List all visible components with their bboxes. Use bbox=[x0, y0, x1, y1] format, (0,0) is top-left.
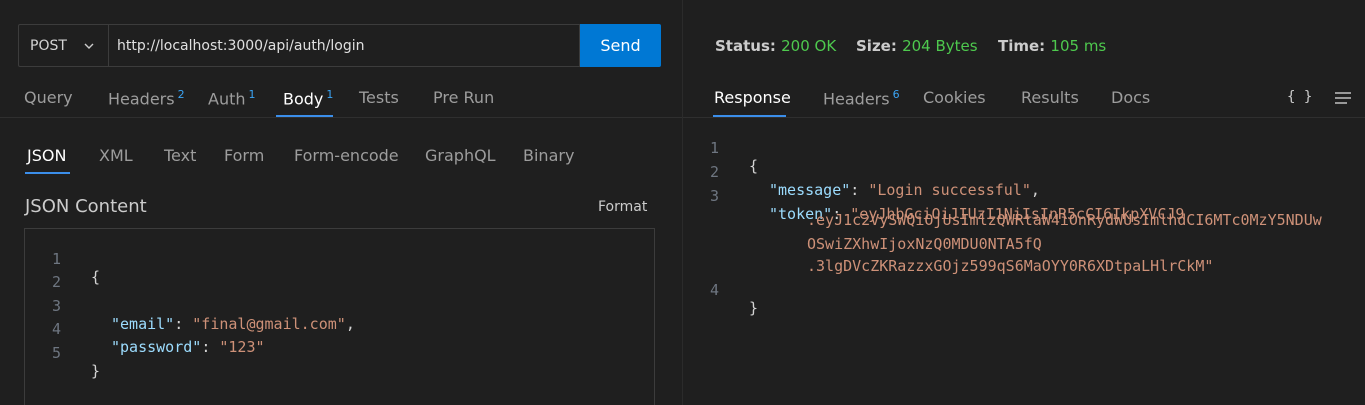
tab-response[interactable]: Response bbox=[714, 88, 791, 107]
json-body-editor[interactable]: 1 { 2 3 "email": "final@gmail.com", 4 "p… bbox=[24, 228, 655, 405]
response-body-viewer[interactable]: 1 { 2 "message": "Login successful", 3 "… bbox=[683, 118, 1365, 405]
active-response-tab-indicator bbox=[713, 115, 786, 117]
method-label: POST bbox=[30, 37, 67, 54]
tab-tests[interactable]: Tests bbox=[359, 88, 399, 107]
send-button[interactable]: Send bbox=[580, 24, 661, 67]
tab-cookies[interactable]: Cookies bbox=[923, 88, 986, 107]
code-line-wrap: .eyJ1c2VySWQiOjUsImlzQWRtaW4iOnRydWUsIml… bbox=[683, 193, 1365, 229]
tab-body[interactable]: Body 1 bbox=[283, 88, 333, 108]
body-tab-binary[interactable]: Binary bbox=[523, 146, 574, 165]
size-value: 204 Bytes bbox=[902, 37, 978, 55]
time-value: 105 ms bbox=[1050, 37, 1107, 55]
chevron-down-icon bbox=[84, 43, 94, 49]
code-line: 4 } bbox=[683, 263, 1365, 317]
line-number: 5 bbox=[51, 344, 61, 362]
tab-response-headers[interactable]: Headers 6 bbox=[823, 88, 900, 108]
body-tab-indicator bbox=[25, 172, 70, 174]
tab-headers[interactable]: Headers 2 bbox=[108, 88, 185, 108]
size-info: Size: 204 Bytes bbox=[856, 37, 978, 55]
response-headers-count-badge: 6 bbox=[892, 88, 900, 101]
tab-auth[interactable]: Auth 1 bbox=[208, 88, 256, 108]
code-line: 3 "token": "eyJhbGciOiJIUzI1NiIsInR5cCI6… bbox=[683, 169, 1365, 223]
line-number: 4 bbox=[709, 281, 719, 299]
menu-icon[interactable] bbox=[1334, 91, 1352, 105]
tab-docs[interactable]: Docs bbox=[1111, 88, 1150, 107]
code-line: 1 { bbox=[25, 232, 654, 286]
status-value: 200 OK bbox=[781, 37, 837, 55]
request-tabs: Query Headers 2 Auth 1 Body 1 Tests Pre Run bbox=[0, 80, 682, 118]
code-brace: } bbox=[91, 362, 101, 380]
code-line: 1 { bbox=[683, 121, 1365, 175]
code-line: 4 "password": "123" bbox=[25, 302, 654, 356]
code-line-wrap: OSwiZXhwIjoxNzQ0MDU0NTA5fQ bbox=[683, 217, 1365, 253]
code-brace: } bbox=[749, 299, 759, 317]
url-text: http://localhost:3000/api/auth/login bbox=[117, 37, 365, 54]
tab-pre-run[interactable]: Pre Run bbox=[433, 88, 494, 107]
tab-results[interactable]: Results bbox=[1021, 88, 1079, 107]
headers-count-badge: 2 bbox=[177, 88, 185, 101]
url-bar: POST http://localhost:3000/api/auth/logi… bbox=[18, 24, 661, 67]
code-line: 5 } bbox=[25, 326, 654, 380]
url-input[interactable]: http://localhost:3000/api/auth/login bbox=[108, 24, 580, 67]
body-tab-form-encode[interactable]: Form-encode bbox=[294, 146, 399, 165]
braces-icon[interactable]: { } bbox=[1287, 89, 1312, 105]
status-info: Status: 200 OK bbox=[715, 37, 837, 55]
api-client-window: POST http://localhost:3000/api/auth/logi… bbox=[0, 0, 1365, 405]
code-line-wrap: .3lgDVcZKRazzxGOjz599qS6MaOYY0R6XDtpaLHl… bbox=[683, 239, 1365, 275]
code-line: 2 "message": "Login successful", bbox=[683, 145, 1365, 199]
response-tabs: Response Headers 6 Cookies Results Docs bbox=[683, 80, 1365, 118]
format-button[interactable]: Format bbox=[598, 199, 647, 215]
body-tab-text[interactable]: Text bbox=[164, 146, 196, 165]
body-tab-xml[interactable]: XML bbox=[99, 146, 133, 165]
code-line: 3 "email": "final@gmail.com", bbox=[25, 279, 654, 333]
time-info: Time: 105 ms bbox=[998, 37, 1107, 55]
code-line: 2 bbox=[25, 255, 654, 291]
auth-count-badge: 1 bbox=[248, 88, 256, 101]
body-tab-form[interactable]: Form bbox=[224, 146, 264, 165]
body-tab-json[interactable]: JSON bbox=[27, 146, 66, 165]
request-panel: POST http://localhost:3000/api/auth/logi… bbox=[0, 0, 682, 405]
json-content-title: JSON Content bbox=[25, 196, 147, 217]
body-count-badge: 1 bbox=[326, 88, 334, 101]
response-panel: Status: 200 OK Size: 204 Bytes Time: 105… bbox=[683, 0, 1365, 405]
body-tab-graphql[interactable]: GraphQL bbox=[425, 146, 496, 165]
active-tab-indicator bbox=[276, 115, 333, 117]
tab-query[interactable]: Query bbox=[24, 88, 73, 107]
body-type-tabs: JSON XML Text Form Form-encode GraphQL B… bbox=[0, 144, 682, 176]
method-select[interactable]: POST bbox=[18, 24, 108, 67]
